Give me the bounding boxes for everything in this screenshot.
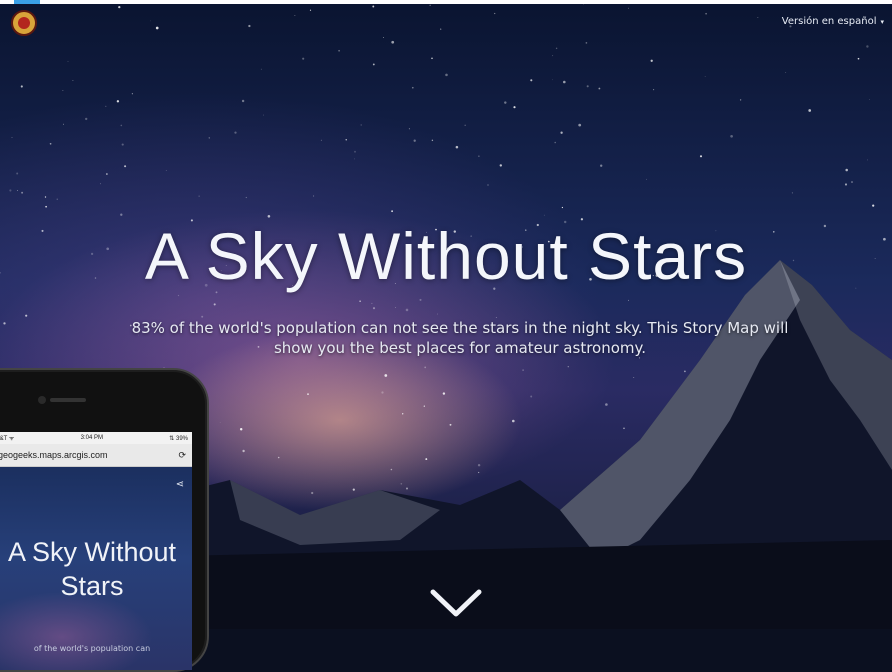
status-carrier: T&T ᯤ (0, 436, 15, 442)
phone-camera (38, 396, 46, 404)
phone-screen: T&T ᯤ 3:04 PM ⇅ 39% geogeeks.maps.arcgis… (0, 432, 192, 670)
top-accent-bar (14, 0, 40, 4)
language-switcher[interactable]: Versión en español ▾ (782, 16, 884, 27)
mobile-subtitle: of the world's population can (33, 644, 151, 653)
status-time: 3:04 PM (80, 435, 104, 441)
status-battery: ⇅ 39% (169, 435, 188, 442)
phone-url-bar[interactable]: geogeeks.maps.arcgis.com ⟳ (0, 444, 192, 467)
scroll-down-chevron-icon[interactable] (429, 588, 483, 620)
astronomy-logo-icon[interactable] (11, 10, 37, 36)
share-icon[interactable]: ⋖ (176, 479, 184, 490)
phone-url[interactable]: geogeeks.maps.arcgis.com (0, 450, 108, 460)
refresh-icon[interactable]: ⟳ (178, 450, 186, 461)
phone-status-bar: T&T ᯤ 3:04 PM ⇅ 39% (0, 432, 192, 444)
phone-speaker (50, 398, 86, 402)
top-border (0, 0, 892, 4)
chevron-down-icon: ▾ (880, 17, 884, 26)
mobile-title: A Sky Without Stars (7, 537, 177, 601)
page-title: A Sky Without Stars (144, 219, 748, 293)
mobile-hero: ⋖ A Sky Without Stars of the world's pop… (0, 467, 192, 670)
language-link-label[interactable]: Versión en español (782, 16, 877, 27)
phone-mockup: T&T ᯤ 3:04 PM ⇅ 39% geogeeks.maps.arcgis… (0, 368, 209, 672)
page-subtitle: 83% of the world's population can not se… (131, 319, 789, 357)
logo-center (18, 17, 30, 29)
